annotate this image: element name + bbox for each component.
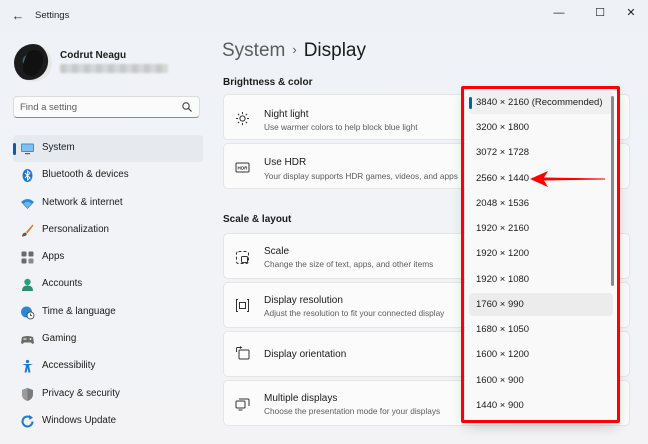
sidebar-item-apps[interactable]: Apps xyxy=(13,244,203,271)
back-button[interactable]: ← xyxy=(8,6,28,26)
sidebar-item-time-language[interactable]: Time & language xyxy=(13,299,203,326)
sidebar-item-accessibility[interactable]: Accessibility xyxy=(13,353,203,380)
sun-icon xyxy=(236,112,249,125)
hdr-desc: Your display supports HDR games, videos,… xyxy=(264,171,458,181)
display-resolution-title: Display resolution xyxy=(264,295,343,306)
sidebar-item-accounts[interactable]: Accounts xyxy=(13,271,203,298)
sidebar-item-system[interactable]: System xyxy=(13,135,203,163)
display-resolution-desc: Adjust the resolution to fit your connec… xyxy=(264,308,445,318)
user-email-blurred xyxy=(60,64,168,73)
display-orientation-title: Display orientation xyxy=(264,349,347,360)
monitor-icon xyxy=(21,143,34,155)
sidebar-item-label: Apps xyxy=(42,251,65,263)
multiple-displays-icon xyxy=(235,398,250,411)
accessibility-icon xyxy=(22,360,33,373)
sidebar-nav: System Bluetooth & devices Network & int… xyxy=(13,135,203,435)
close-button[interactable]: ✕ xyxy=(618,4,644,22)
svg-text:HDR: HDR xyxy=(238,166,249,171)
night-light-desc: Use warmer colors to help block blue lig… xyxy=(264,122,418,132)
wifi-icon xyxy=(21,198,34,209)
section-scale-layout: Scale & layout xyxy=(223,214,292,225)
search-box[interactable] xyxy=(13,96,200,118)
sidebar-item-label: Network & internet xyxy=(42,196,123,208)
multiple-displays-desc: Choose the presentation mode for your di… xyxy=(264,406,441,416)
multiple-displays-title: Multiple displays xyxy=(264,393,338,404)
scale-title: Scale xyxy=(264,246,290,257)
bluetooth-icon xyxy=(22,169,33,183)
avatar[interactable] xyxy=(14,44,52,82)
sidebar-item-label: Accounts xyxy=(42,278,83,290)
maximize-button[interactable]: ☐ xyxy=(587,4,613,22)
scale-icon xyxy=(236,251,249,264)
sidebar-item-gaming[interactable]: Gaming xyxy=(13,326,203,353)
orientation-icon xyxy=(236,346,250,360)
apps-icon xyxy=(21,251,34,264)
section-brightness-color: Brightness & color xyxy=(223,77,313,88)
app-title: Settings xyxy=(35,10,70,21)
hdr-icon: HDR xyxy=(235,162,250,173)
sidebar-item-personalization[interactable]: Personalization xyxy=(13,217,203,244)
title-bar: ← Settings — ☐ ✕ xyxy=(0,0,648,32)
sidebar-item-privacy-security[interactable]: Privacy & security xyxy=(13,381,203,408)
settings-window: ← Settings — ☐ ✕ Codrut Neagu System Blu… xyxy=(0,0,648,444)
gamepad-icon xyxy=(21,336,34,344)
scale-desc: Change the size of text, apps, and other… xyxy=(264,259,434,269)
sidebar-item-windows-update[interactable]: Windows Update xyxy=(13,408,203,435)
sidebar-item-label: Time & language xyxy=(42,305,116,317)
sidebar-item-bluetooth[interactable]: Bluetooth & devices xyxy=(13,162,203,189)
update-icon xyxy=(21,414,34,428)
annotation-highlight-box xyxy=(461,86,620,423)
sidebar-item-label: System xyxy=(42,142,75,153)
sidebar-item-label: Accessibility xyxy=(42,360,96,372)
sidebar-item-label: Personalization xyxy=(42,223,109,235)
page-title: Display xyxy=(303,40,367,61)
search-input[interactable] xyxy=(20,100,170,114)
shield-icon xyxy=(22,387,33,401)
brush-icon xyxy=(22,224,34,237)
search-icon[interactable] xyxy=(181,101,193,113)
sidebar-item-label: Privacy & security xyxy=(42,387,120,399)
chevron-right-icon: › xyxy=(292,42,297,57)
globe-clock-icon xyxy=(21,306,35,320)
sidebar-item-label: Windows Update xyxy=(42,414,117,426)
breadcrumb: System › Display xyxy=(222,40,366,62)
person-icon xyxy=(22,279,33,292)
sidebar-item-network[interactable]: Network & internet xyxy=(13,190,203,217)
sidebar-item-label: Gaming xyxy=(42,333,77,345)
annotation-arrow-icon xyxy=(530,171,605,187)
minimize-button[interactable]: — xyxy=(546,4,572,22)
night-light-title: Night light xyxy=(264,109,309,120)
breadcrumb-parent[interactable]: System xyxy=(222,40,285,61)
user-name: Codrut Neagu xyxy=(60,50,127,61)
hdr-title: Use HDR xyxy=(264,157,307,168)
resolution-icon xyxy=(236,299,249,312)
sidebar-item-label: Bluetooth & devices xyxy=(42,169,129,181)
